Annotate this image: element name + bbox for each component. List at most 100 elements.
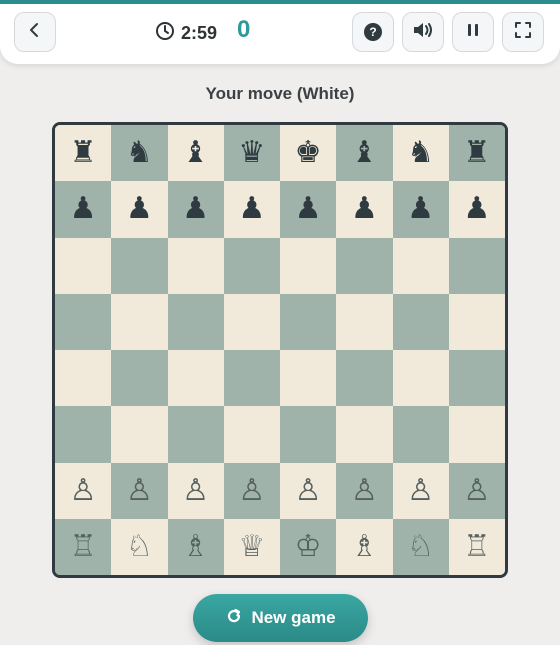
chess-piece[interactable]: ♜ [463,138,490,168]
square-b3[interactable] [111,406,168,463]
square-c1[interactable]: ♗ [167,518,224,575]
chess-piece[interactable]: ♞ [407,138,434,168]
chess-piece[interactable]: ♟ [70,194,97,224]
chess-piece[interactable]: ♙ [463,475,490,506]
square-d7[interactable]: ♟ [223,181,280,238]
help-button[interactable]: ? [352,12,394,52]
square-g5[interactable] [392,293,449,350]
chess-piece[interactable]: ♟ [126,194,153,224]
square-c2[interactable]: ♙ [167,462,224,519]
square-d2[interactable]: ♙ [223,462,280,519]
square-d4[interactable] [223,350,280,407]
square-e3[interactable] [280,406,337,463]
square-h1[interactable]: ♖ [448,518,505,575]
square-d6[interactable] [223,237,280,294]
square-h4[interactable] [448,350,505,407]
chess-piece[interactable]: ♘ [126,531,153,562]
chess-piece[interactable]: ♖ [70,531,97,562]
chess-piece[interactable]: ♗ [182,531,209,562]
square-h2[interactable]: ♙ [448,462,505,519]
square-e2[interactable]: ♙ [280,462,337,519]
square-g6[interactable] [392,237,449,294]
square-h5[interactable] [448,293,505,350]
square-b8[interactable]: ♞ [111,125,168,182]
square-a8[interactable]: ♜ [55,125,112,182]
square-f4[interactable] [336,350,393,407]
chess-piece[interactable]: ♛ [238,138,265,168]
square-c8[interactable]: ♝ [167,125,224,182]
chess-piece[interactable]: ♟ [407,194,434,224]
square-g4[interactable] [392,350,449,407]
square-f6[interactable] [336,237,393,294]
square-b5[interactable] [111,293,168,350]
chess-piece[interactable]: ♕ [238,531,265,562]
square-g1[interactable]: ♘ [392,518,449,575]
square-a3[interactable] [55,406,112,463]
square-e4[interactable] [280,350,337,407]
chess-piece[interactable]: ♙ [295,475,322,506]
chess-piece[interactable]: ♙ [407,475,434,506]
square-h3[interactable] [448,406,505,463]
chess-piece[interactable]: ♚ [295,138,322,168]
square-b2[interactable]: ♙ [111,462,168,519]
square-f5[interactable] [336,293,393,350]
chess-piece[interactable]: ♟ [463,194,490,224]
square-d1[interactable]: ♕ [223,518,280,575]
chess-piece[interactable]: ♙ [126,475,153,506]
chess-piece[interactable]: ♟ [182,194,209,224]
chess-piece[interactable]: ♘ [407,531,434,562]
square-b4[interactable] [111,350,168,407]
square-g2[interactable]: ♙ [392,462,449,519]
square-f8[interactable]: ♝ [336,125,393,182]
square-c7[interactable]: ♟ [167,181,224,238]
square-b6[interactable] [111,237,168,294]
square-e6[interactable] [280,237,337,294]
chess-piece[interactable]: ♟ [238,194,265,224]
chess-piece[interactable]: ♖ [463,531,490,562]
chess-piece[interactable]: ♙ [351,475,378,506]
chess-piece[interactable]: ♔ [295,531,322,562]
square-a7[interactable]: ♟ [55,181,112,238]
sound-button[interactable] [402,12,444,52]
square-g8[interactable]: ♞ [392,125,449,182]
square-d8[interactable]: ♛ [223,125,280,182]
square-b1[interactable]: ♘ [111,518,168,575]
square-a1[interactable]: ♖ [55,518,112,575]
chess-piece[interactable]: ♞ [126,138,153,168]
square-a4[interactable] [55,350,112,407]
square-g3[interactable] [392,406,449,463]
chess-piece[interactable]: ♟ [351,194,378,224]
back-button[interactable] [14,12,56,52]
square-a5[interactable] [55,293,112,350]
square-d5[interactable] [223,293,280,350]
chess-piece[interactable]: ♙ [70,475,97,506]
square-f1[interactable]: ♗ [336,518,393,575]
pause-button[interactable] [452,12,494,52]
square-f3[interactable] [336,406,393,463]
square-e1[interactable]: ♔ [280,518,337,575]
square-f7[interactable]: ♟ [336,181,393,238]
fullscreen-button[interactable] [502,12,544,52]
square-a6[interactable] [55,237,112,294]
square-b7[interactable]: ♟ [111,181,168,238]
square-e7[interactable]: ♟ [280,181,337,238]
square-c4[interactable] [167,350,224,407]
chess-piece[interactable]: ♝ [351,138,378,168]
square-d3[interactable] [223,406,280,463]
square-e5[interactable] [280,293,337,350]
chess-piece[interactable]: ♙ [238,475,265,506]
square-h8[interactable]: ♜ [448,125,505,182]
square-g7[interactable]: ♟ [392,181,449,238]
square-c3[interactable] [167,406,224,463]
square-h7[interactable]: ♟ [448,181,505,238]
new-game-button[interactable]: New game [193,594,368,642]
chess-piece[interactable]: ♝ [182,138,209,168]
square-f2[interactable]: ♙ [336,462,393,519]
square-e8[interactable]: ♚ [280,125,337,182]
chess-piece[interactable]: ♜ [70,138,97,168]
chess-piece[interactable]: ♟ [295,194,322,224]
square-c6[interactable] [167,237,224,294]
chess-piece[interactable]: ♙ [182,475,209,506]
square-a2[interactable]: ♙ [55,462,112,519]
square-h6[interactable] [448,237,505,294]
